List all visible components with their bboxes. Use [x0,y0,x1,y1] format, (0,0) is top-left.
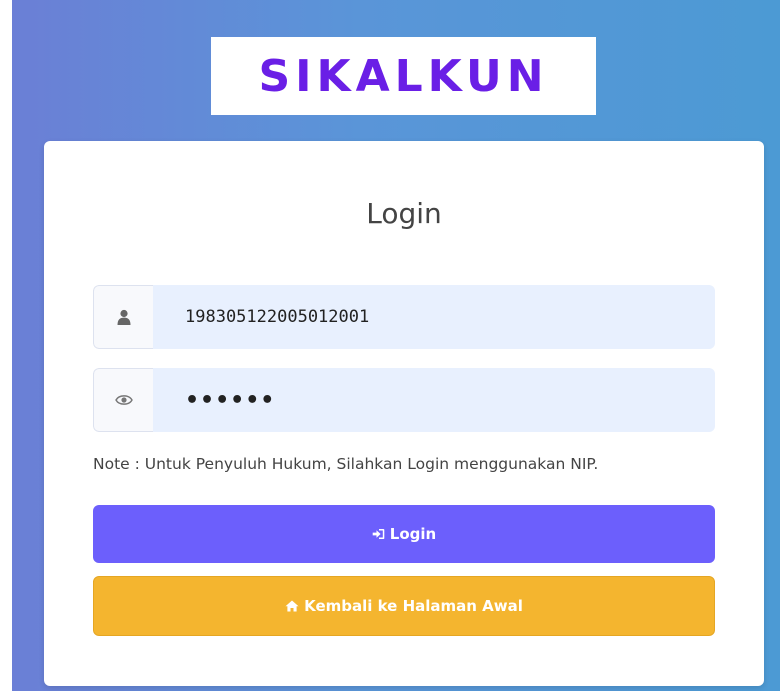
logo-box: SIKALKUN [211,37,596,115]
home-icon [285,600,299,612]
login-button-label: Login [389,525,437,543]
user-icon [93,285,153,349]
login-note: Note : Untuk Penyuluh Hukum, Silahkan Lo… [93,455,599,473]
password-input-group [93,368,715,432]
username-input-group [93,285,715,349]
back-to-home-button[interactable]: Kembali ke Halaman Awal [93,576,715,636]
login-button[interactable]: Login [93,505,715,563]
sign-in-icon [372,528,385,540]
username-field[interactable] [153,285,715,349]
eye-icon[interactable] [93,368,153,432]
app-logo: SIKALKUN [258,50,549,102]
login-card: Login Note : Untuk Penyuluh Hukum, Silah… [44,141,764,686]
login-title: Login [366,197,442,230]
home-button-label: Kembali ke Halaman Awal [304,597,523,615]
password-field[interactable] [153,368,715,432]
